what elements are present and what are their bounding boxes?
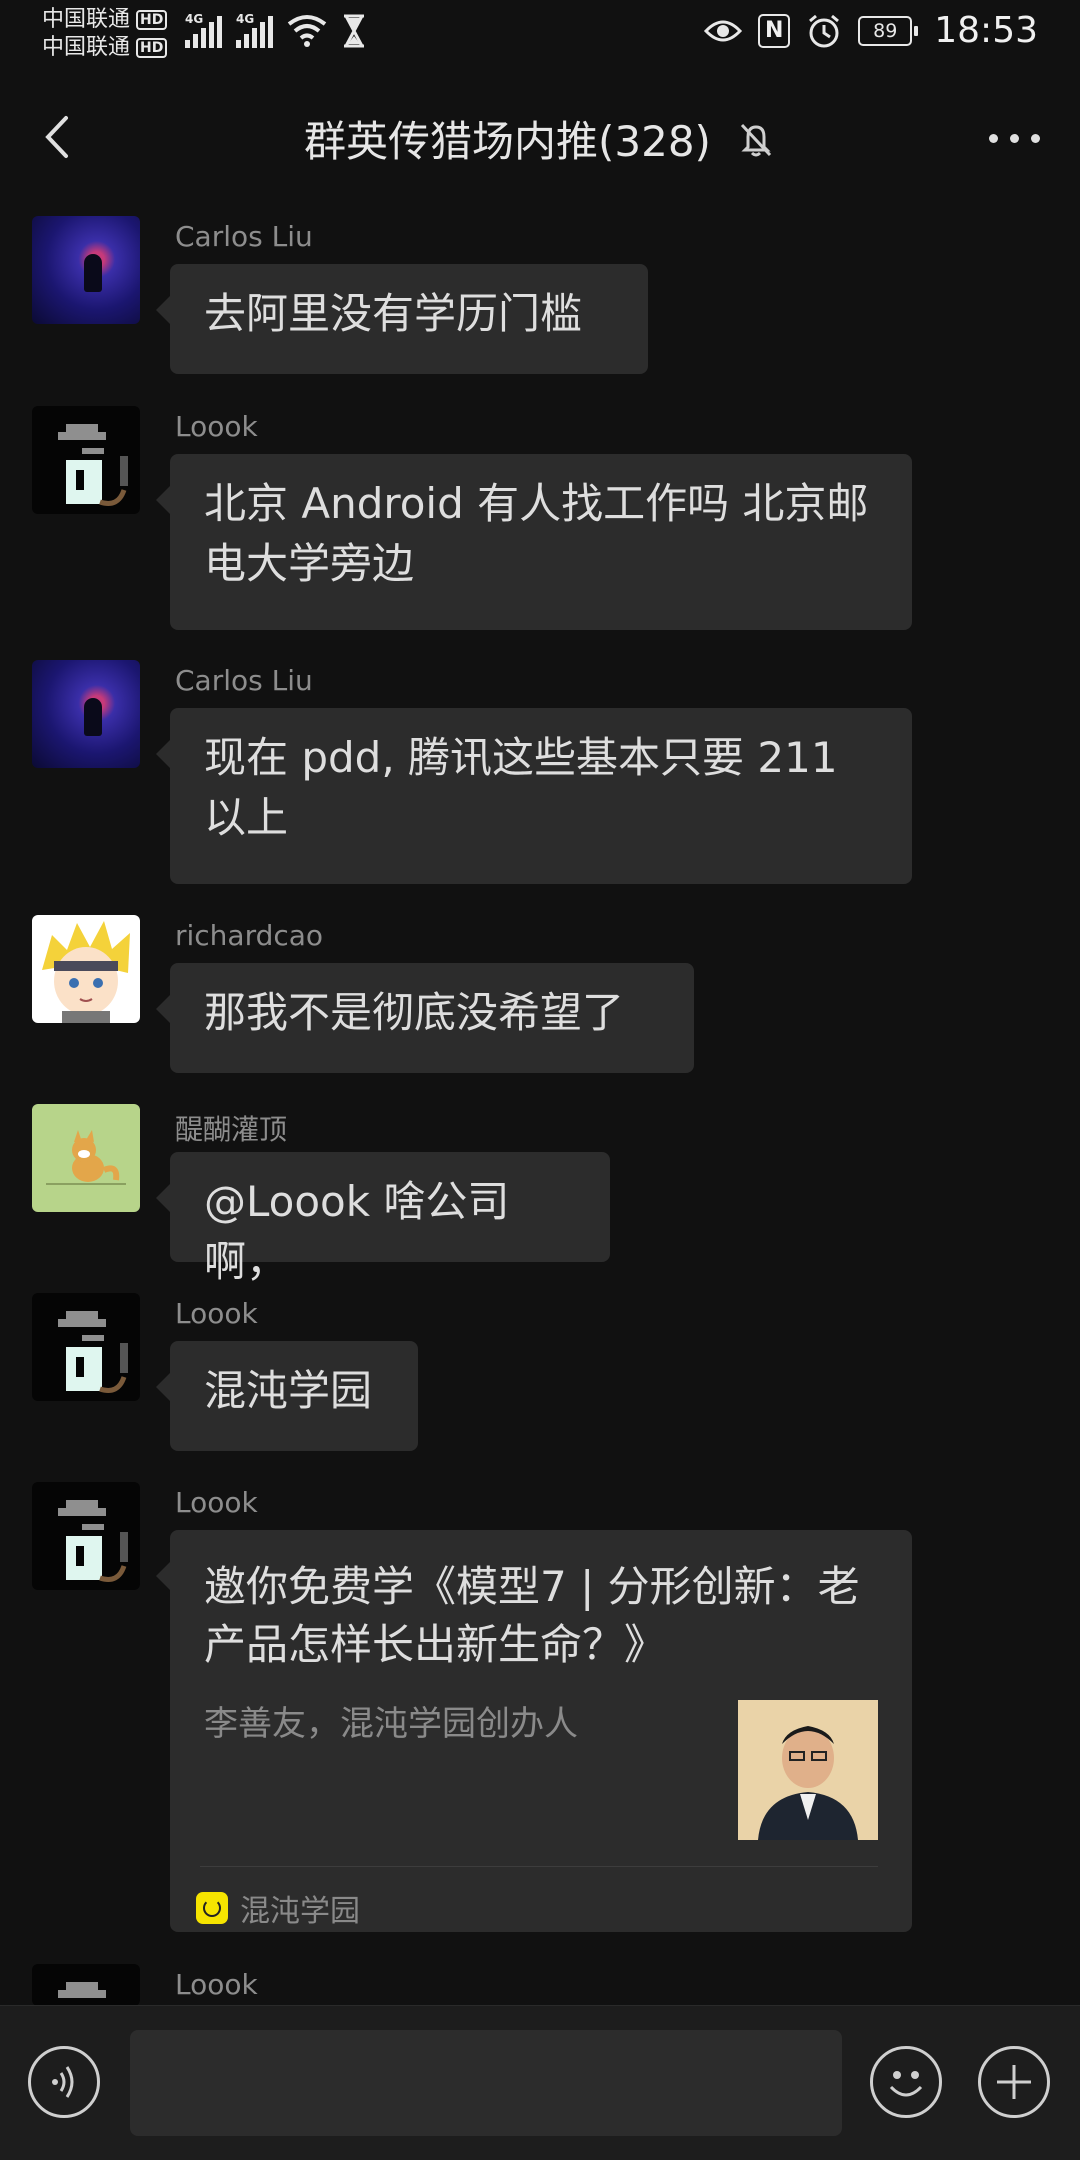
avatar[interactable]: [32, 1964, 140, 2006]
avatar[interactable]: [32, 660, 140, 768]
card-description: 李善友，混沌学园创办人: [204, 1704, 578, 1744]
message-input[interactable]: [130, 2030, 842, 2136]
card-title: 邀你免费学《模型7 | 分形创新：老产品怎样长出新生命？》: [204, 1562, 860, 1669]
input-bar: [0, 2005, 1080, 2160]
avatar[interactable]: [32, 216, 140, 324]
card-thumbnail: [738, 1700, 878, 1840]
mute-icon: [740, 123, 772, 156]
eye-icon: [704, 20, 743, 41]
status-bar: 中国联通 HD 中国联通 HD 4G 4G N 89 18:53: [0, 0, 1080, 74]
avatar[interactable]: [32, 1482, 140, 1590]
message-bubble[interactable]: 现在 pdd, 腾讯这些基本只要 211 以上: [156, 708, 912, 884]
signal-icon: 4G: [185, 12, 222, 48]
emoji-icon[interactable]: [870, 2046, 942, 2118]
avatar[interactable]: [32, 1293, 140, 1401]
sender-name: Loook: [175, 1486, 258, 1519]
avatar[interactable]: [32, 1104, 140, 1212]
carrier-1: 中国联通: [42, 7, 131, 32]
card-source-name: 混沌学园: [240, 1894, 360, 1929]
chat-title: 群英传猎场内推(328): [303, 117, 711, 166]
avatar[interactable]: [32, 915, 140, 1023]
more-icon[interactable]: [989, 134, 1040, 143]
wifi-icon: [287, 15, 327, 47]
link-card[interactable]: 邀你免费学《模型7 | 分形创新：老产品怎样长出新生命？》 李善友，混沌学园创办…: [156, 1530, 912, 1932]
alarm-icon: [809, 14, 840, 47]
battery-icon: 89: [858, 15, 919, 46]
battery-level: 89: [858, 15, 913, 46]
signal-group: 4G 4G: [185, 12, 367, 48]
sender-name: 醍醐灌顶: [175, 1113, 288, 1146]
voice-icon[interactable]: [28, 2046, 100, 2118]
message-bubble[interactable]: 北京 Android 有人找工作吗 北京邮电大学旁边: [156, 454, 912, 630]
signal-icon: 4G: [236, 12, 273, 48]
sender-name: Loook: [175, 1297, 258, 1330]
hd-badge: HD: [136, 38, 168, 58]
avatar[interactable]: [32, 406, 140, 514]
network-type-2: 4G: [236, 12, 255, 26]
hourglass-icon: [344, 14, 364, 48]
hd-badge: HD: [136, 10, 168, 30]
message-bubble[interactable]: @Loook 啥公司啊，: [156, 1152, 610, 1286]
sender-name: Loook: [175, 1968, 258, 2001]
status-right: N 89 18:53: [704, 10, 1038, 51]
sender-name: Carlos Liu: [175, 664, 313, 697]
sender-name: Loook: [175, 410, 258, 443]
sender-name: richardcao: [175, 919, 324, 952]
clock: 18:53: [934, 10, 1038, 51]
message-bubble[interactable]: 那我不是彻底没希望了: [156, 963, 694, 1073]
card-divider: [200, 1866, 878, 1867]
plus-icon[interactable]: [978, 2046, 1050, 2118]
source-app-icon: [196, 1892, 228, 1924]
carrier-info: 中国联通 HD 中国联通 HD: [42, 6, 168, 62]
carrier-2: 中国联通: [42, 35, 131, 60]
sender-name: Carlos Liu: [175, 220, 313, 253]
card-source: 混沌学园: [196, 1886, 360, 1930]
message-bubble[interactable]: 去阿里没有学历门槛: [156, 264, 648, 374]
nfc-icon: N: [758, 13, 791, 48]
chat-header: 群英传猎场内推(328): [0, 74, 1080, 202]
header-title-wrap: 群英传猎场内推(328): [0, 108, 1080, 169]
message-bubble[interactable]: 混沌学园: [156, 1341, 418, 1451]
network-type-1: 4G: [185, 12, 204, 26]
